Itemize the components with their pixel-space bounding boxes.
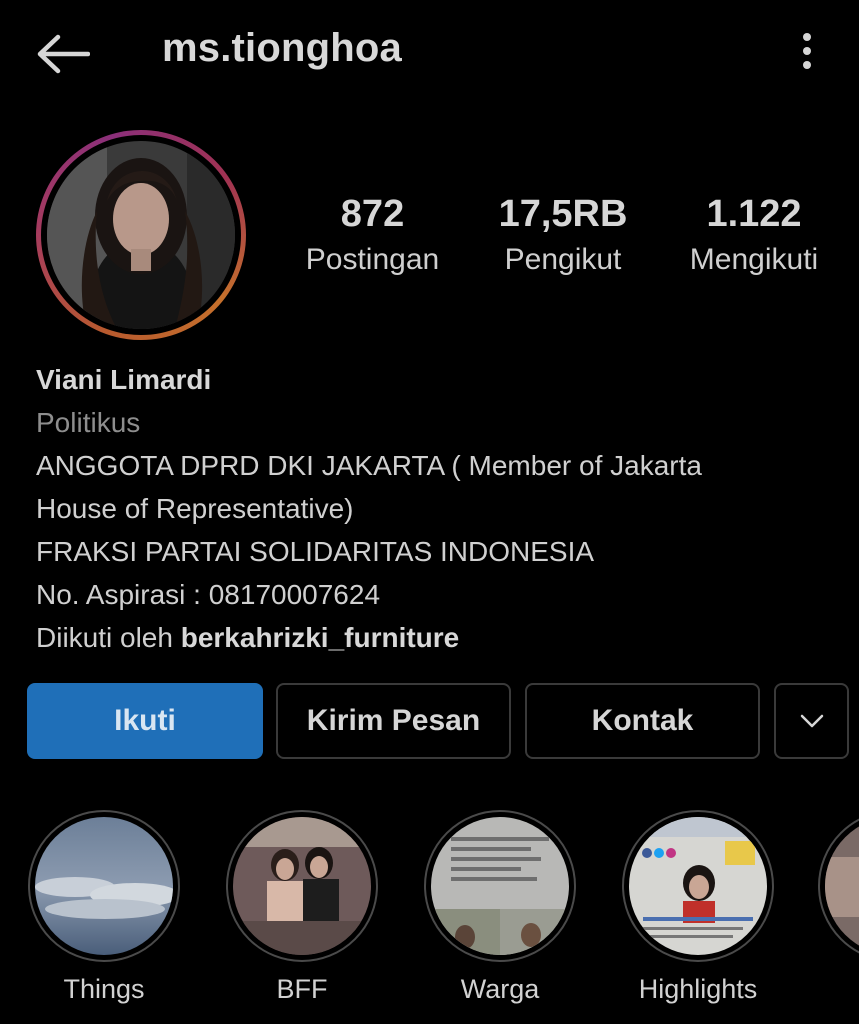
bio-line: House of Representative) <box>36 493 354 524</box>
highlight-warga[interactable]: Warga <box>422 810 578 1005</box>
followed-by-prefix: Diikuti oleh <box>36 622 181 653</box>
highlight-cover <box>629 817 767 955</box>
highlight-cover <box>233 817 371 955</box>
highlight-cover <box>431 817 569 955</box>
display-name: Viani Limardi <box>36 364 212 395</box>
following-count: 1.122 <box>706 193 802 235</box>
more-options-icon[interactable] <box>790 30 824 72</box>
top-bar: ms.tionghoa <box>0 0 859 110</box>
bio-phone-line: No. Aspirasi : 08170007624 <box>36 579 381 610</box>
stat-posts[interactable]: 872 Postingan <box>300 190 445 282</box>
followers-label: Pengikut <box>504 243 622 276</box>
highlight-things[interactable]: Things <box>26 810 182 1005</box>
highlight-label: Highlights <box>638 974 758 1004</box>
posts-count: 872 <box>340 193 405 235</box>
highlight-cover <box>825 817 859 955</box>
stat-followers[interactable]: 17,5RB Pengikut <box>492 190 634 282</box>
follow-button[interactable]: Ikuti <box>27 683 263 759</box>
profile-username: ms.tionghoa <box>162 26 402 70</box>
followed-by[interactable]: Diikuti oleh berkahrizki_furniture <box>36 616 836 659</box>
highlight-label: Things <box>63 974 145 1004</box>
highlight-highlights[interactable]: Highlights <box>620 810 776 1005</box>
highlight-bff[interactable]: BFF <box>224 810 380 1005</box>
chevron-down-icon <box>800 714 823 728</box>
avatar-photo <box>47 141 235 329</box>
highlight-cover <box>35 817 173 955</box>
message-button[interactable]: Kirim Pesan <box>276 683 511 759</box>
bio-line: ANGGOTA DPRD DKI JAKARTA ( Member of Jak… <box>36 450 702 481</box>
following-label: Mengikuti <box>689 243 819 276</box>
profile-avatar[interactable] <box>36 130 246 340</box>
highlight-label: BFF <box>276 974 328 1004</box>
back-arrow-icon[interactable] <box>34 33 91 75</box>
followed-by-user[interactable]: berkahrizki_furniture <box>181 622 460 653</box>
profile-category: Politikus <box>36 407 141 438</box>
highlight-label: Warga <box>460 974 540 1004</box>
contact-button[interactable]: Kontak <box>525 683 760 759</box>
highlight-partial[interactable] <box>818 810 859 974</box>
suggestions-dropdown-button[interactable] <box>774 683 849 759</box>
bio-line: FRAKSI PARTAI SOLIDARITAS INDONESIA <box>36 536 595 567</box>
profile-bio: Viani Limardi Politikus ANGGOTA DPRD DKI… <box>36 358 836 659</box>
followers-count: 17,5RB <box>498 193 628 235</box>
stat-following[interactable]: 1.122 Mengikuti <box>680 190 828 282</box>
posts-label: Postingan <box>305 243 440 276</box>
